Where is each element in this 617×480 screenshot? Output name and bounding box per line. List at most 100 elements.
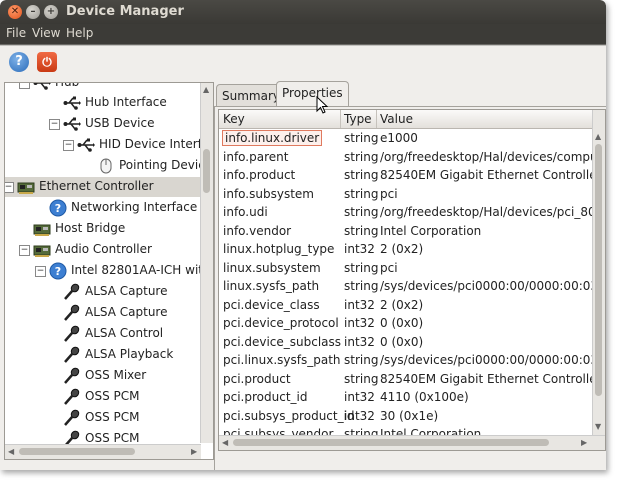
power-icon[interactable]: ⏻ (37, 52, 57, 72)
tree-item-label: ALSA Control (85, 326, 164, 340)
scroll-left-icon[interactable]: ◀ (8, 447, 14, 456)
table-header: Key Type Value (219, 110, 593, 129)
table-row[interactable]: info.parent string/org/freedesktop/Hal/de… (219, 148, 605, 167)
table-vertical-scrollbar[interactable]: ▲ ▼ (592, 110, 605, 436)
scroll-left-icon[interactable]: ◀ (222, 438, 228, 447)
tree-horizontal-scroll-thumb[interactable] (19, 448, 135, 455)
menu-help[interactable]: Help (66, 26, 93, 40)
property-key: pci.product_id (223, 390, 308, 404)
property-key: linux.subsystem (223, 260, 321, 275)
tree-item[interactable]: − HID Device Interfa (5, 135, 209, 155)
collapse-toggle-icon[interactable]: − (19, 83, 30, 89)
table-row[interactable]: pci.linux.sysfs_path string/sys/devices/p… (219, 351, 605, 370)
table-row[interactable]: linux.sysfs_path string/sys/devices/pci00… (219, 277, 605, 296)
maximize-icon[interactable]: + (44, 5, 58, 19)
property-type: string (344, 205, 379, 219)
menu-view[interactable]: View (32, 26, 60, 40)
table-row[interactable]: info.product string 82540EM Gigabit Ethern… (219, 166, 602, 185)
tree-item[interactable]: Pointing Device (5, 156, 212, 176)
column-header-type[interactable]: Type (344, 112, 372, 126)
tree-horizontal-scrollbar[interactable]: ◀ ▶ (5, 444, 201, 459)
tree-item[interactable]: Hub Interface (5, 93, 205, 113)
property-key: linux.sysfs_path (223, 279, 320, 293)
table-row[interactable]: pci.product string 82540EM Gigabit Etherne… (219, 370, 602, 389)
tree-item[interactable]: ALSA Playback (5, 345, 205, 365)
tree-item[interactable]: ALSA Capture (5, 303, 205, 323)
tree-item[interactable]: − Audio Controller (5, 240, 205, 260)
property-value: 4110 (0x100e) (380, 390, 469, 404)
tree-item[interactable]: −? Intel 82801AA-ICH with (5, 261, 211, 281)
table-row[interactable]: info.udi string/org/freedesktop/Hal/devic… (219, 203, 605, 222)
tree-item[interactable]: − Hub (5, 83, 205, 93)
property-value: pci (380, 186, 398, 201)
column-header-value[interactable]: Value (380, 112, 413, 126)
scroll-up-icon[interactable]: ▲ (203, 85, 209, 94)
scroll-right-icon[interactable]: ▶ (191, 447, 197, 456)
tree-item[interactable]: − Ethernet Controller (5, 177, 205, 197)
table-row[interactable]: pci.device_class int32 2 (0x2) (219, 296, 593, 315)
microphone-icon (63, 346, 81, 364)
tab-properties[interactable]: Properties (276, 81, 349, 107)
tree-item[interactable]: ALSA Capture (5, 282, 205, 302)
table-row[interactable]: pci.device_subclass int32 0 (0x0) (219, 333, 593, 352)
collapse-toggle-icon[interactable]: − (19, 245, 30, 256)
collapse-toggle-icon[interactable]: − (5, 182, 14, 193)
table-row[interactable]: linux.subsystem string pci (219, 259, 593, 278)
collapse-toggle-icon[interactable]: − (35, 266, 46, 277)
table-row[interactable]: info.subsystem string pci (219, 185, 593, 204)
tree-vertical-scroll-thumb[interactable] (203, 149, 210, 193)
device-manager-window: ✕ – + Device Manager File View Help ? ⏻ … (0, 0, 606, 470)
close-icon[interactable]: ✕ (8, 5, 22, 19)
menu-bar: File View Help (0, 24, 606, 44)
tree-item-label: HID Device Interfa (99, 137, 210, 151)
tree-item[interactable]: ALSA Control (5, 324, 205, 344)
help-icon[interactable]: ? (9, 52, 29, 72)
property-key: info.parent (223, 149, 289, 164)
property-type: string (344, 279, 379, 293)
menu-file[interactable]: File (6, 26, 26, 40)
property-value: /sys/devices/pci0000:00/0000:00:03.0 (380, 279, 606, 293)
property-type: string (344, 186, 379, 201)
tree-item[interactable]: − USB Device (5, 114, 205, 134)
tree-item[interactable]: ? Networking Interface (5, 198, 205, 218)
tree-item-label: ALSA Capture (85, 305, 168, 319)
tree-vertical-scrollbar[interactable]: ▲ (200, 83, 213, 443)
tree-item-label: ALSA Playback (85, 347, 174, 361)
device-tree: − Hub Hub Interface − USB Device − HID Device … (4, 82, 214, 460)
scroll-right-icon[interactable]: ▶ (581, 438, 587, 447)
tree-item[interactable]: OSS PCM (5, 408, 205, 428)
collapse-toggle-icon[interactable]: − (49, 119, 60, 130)
tree-item[interactable]: OSS Mixer (5, 366, 205, 386)
tree-item-label: Networking Interface (71, 200, 198, 214)
table-horizontal-scrollbar[interactable]: ◀ ▶ (219, 435, 605, 450)
microphone-icon (63, 283, 81, 301)
tree-item-label: Hub Interface (85, 95, 167, 109)
usb-icon (63, 115, 81, 133)
property-value: /org/freedesktop/Hal/devices/pci_8086_1 (380, 205, 606, 219)
property-type: string (344, 149, 379, 164)
property-type: int32 (344, 390, 375, 404)
scroll-down-icon[interactable]: ▼ (595, 422, 601, 431)
collapse-toggle-icon[interactable]: − (63, 140, 74, 151)
properties-panel: Key Type Value info.linux.driver string e1… (214, 106, 606, 470)
minimize-icon[interactable]: – (26, 5, 40, 19)
table-vertical-scroll-thumb[interactable] (595, 144, 602, 396)
table-row[interactable]: pci.device_protocol int32 0 (0x0) (219, 314, 593, 333)
table-row[interactable]: info.vendor string Intel Corporation (219, 222, 593, 241)
usb-icon (63, 94, 81, 112)
tree-item[interactable]: OSS PCM (5, 387, 205, 407)
column-header-key[interactable]: Key (223, 112, 245, 126)
table-row[interactable]: pci.subsys_product_id int32 30 (0x1e) (219, 407, 593, 426)
window-title: Device Manager (66, 4, 184, 19)
table-row[interactable]: pci.product_id int32 4110 (0x100e) (219, 388, 593, 407)
question-icon: ? (49, 199, 67, 217)
pci-card-icon (33, 241, 51, 259)
table-row[interactable]: info.linux.driver string e1000 (219, 129, 593, 148)
tree-item-label: OSS Mixer (85, 368, 147, 382)
table-horizontal-scroll-thumb[interactable] (233, 439, 549, 446)
tree-item[interactable]: Host Bridge (5, 219, 205, 239)
scroll-up-icon[interactable]: ▲ (595, 132, 601, 141)
table-row[interactable]: linux.hotplug_type int32 2 (0x2) (219, 240, 593, 259)
tree-item-label: Audio Controller (55, 242, 152, 256)
property-type: int32 (344, 316, 375, 330)
